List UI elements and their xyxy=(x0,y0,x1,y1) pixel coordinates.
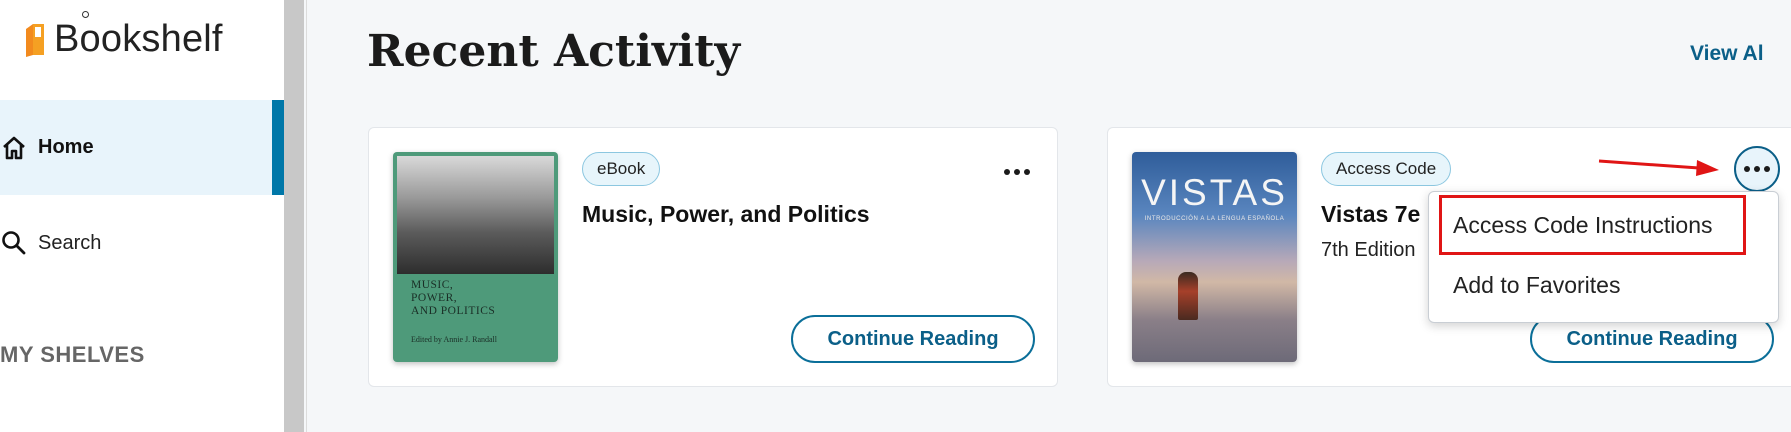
view-all-link[interactable]: View Al xyxy=(1690,42,1764,66)
more-horizontal-icon xyxy=(1744,166,1750,172)
menu-item-add-to-favorites[interactable]: Add to Favorites xyxy=(1453,272,1620,299)
cover-title-line: AND POLITICS xyxy=(411,305,496,317)
highlight-box xyxy=(1439,195,1746,255)
sidebar: Bookshelf Home Search MY SHELVES xyxy=(0,0,284,432)
book-title[interactable]: Music, Power, and Politics xyxy=(582,201,870,228)
cover-editor: Edited by Annie J. Randall xyxy=(411,335,497,344)
app-name: Bookshelf xyxy=(54,18,223,60)
my-shelves-heading: MY SHELVES xyxy=(0,342,145,367)
page-title: Recent Activity xyxy=(367,26,741,77)
sidebar-item-search[interactable]: Search xyxy=(0,225,101,261)
more-horizontal-icon xyxy=(1004,169,1010,175)
more-horizontal-icon xyxy=(1024,169,1030,175)
sidebar-item-label: Search xyxy=(38,231,102,254)
more-horizontal-icon xyxy=(1754,166,1760,172)
type-badge: Access Code xyxy=(1321,152,1452,186)
cover-title: VISTAS xyxy=(1141,172,1288,213)
book-cover[interactable]: VISTAS INTRODUCCIÓN A LA LENGUA ESPAÑOLA xyxy=(1132,152,1297,362)
book-edition: 7th Edition xyxy=(1321,239,1416,261)
cursor-indicator-icon xyxy=(82,11,89,18)
annotation-arrow-icon xyxy=(1598,159,1719,176)
sidebar-resize-handle[interactable] xyxy=(284,0,304,432)
page: Bookshelf Home Search MY SHELVES Recent … xyxy=(0,0,1791,432)
cover-photo xyxy=(397,156,554,274)
more-options-button[interactable] xyxy=(995,150,1039,194)
cover-title-line: POWER, xyxy=(411,292,458,304)
continue-reading-button[interactable]: Continue Reading xyxy=(791,315,1035,363)
active-indicator xyxy=(272,100,284,195)
sidebar-item-label: Home xyxy=(38,136,94,158)
book-cover[interactable]: MUSIC, POWER, AND POLITICS Edited by Ann… xyxy=(393,152,558,362)
search-icon xyxy=(0,229,28,257)
bookshelf-logo-icon xyxy=(24,21,46,59)
book-title[interactable]: Vistas 7e xyxy=(1321,201,1420,228)
home-icon xyxy=(0,134,28,162)
cover-subtitle: INTRODUCCIÓN A LA LENGUA ESPAÑOLA xyxy=(1144,216,1285,222)
more-horizontal-icon xyxy=(1764,166,1770,172)
book-card: MUSIC, POWER, AND POLITICS Edited by Ann… xyxy=(368,127,1058,387)
cover-title-line: MUSIC, xyxy=(411,279,454,291)
cover-title: MUSIC, POWER, AND POLITICS xyxy=(411,279,495,318)
more-horizontal-icon xyxy=(1014,169,1020,175)
divider xyxy=(306,0,307,432)
cover-figure xyxy=(1178,272,1198,320)
type-badge: eBook xyxy=(582,152,661,186)
more-options-button[interactable] xyxy=(1734,146,1780,192)
sidebar-item-home[interactable]: Home xyxy=(0,100,284,195)
app-logo[interactable]: Bookshelf xyxy=(24,18,223,61)
